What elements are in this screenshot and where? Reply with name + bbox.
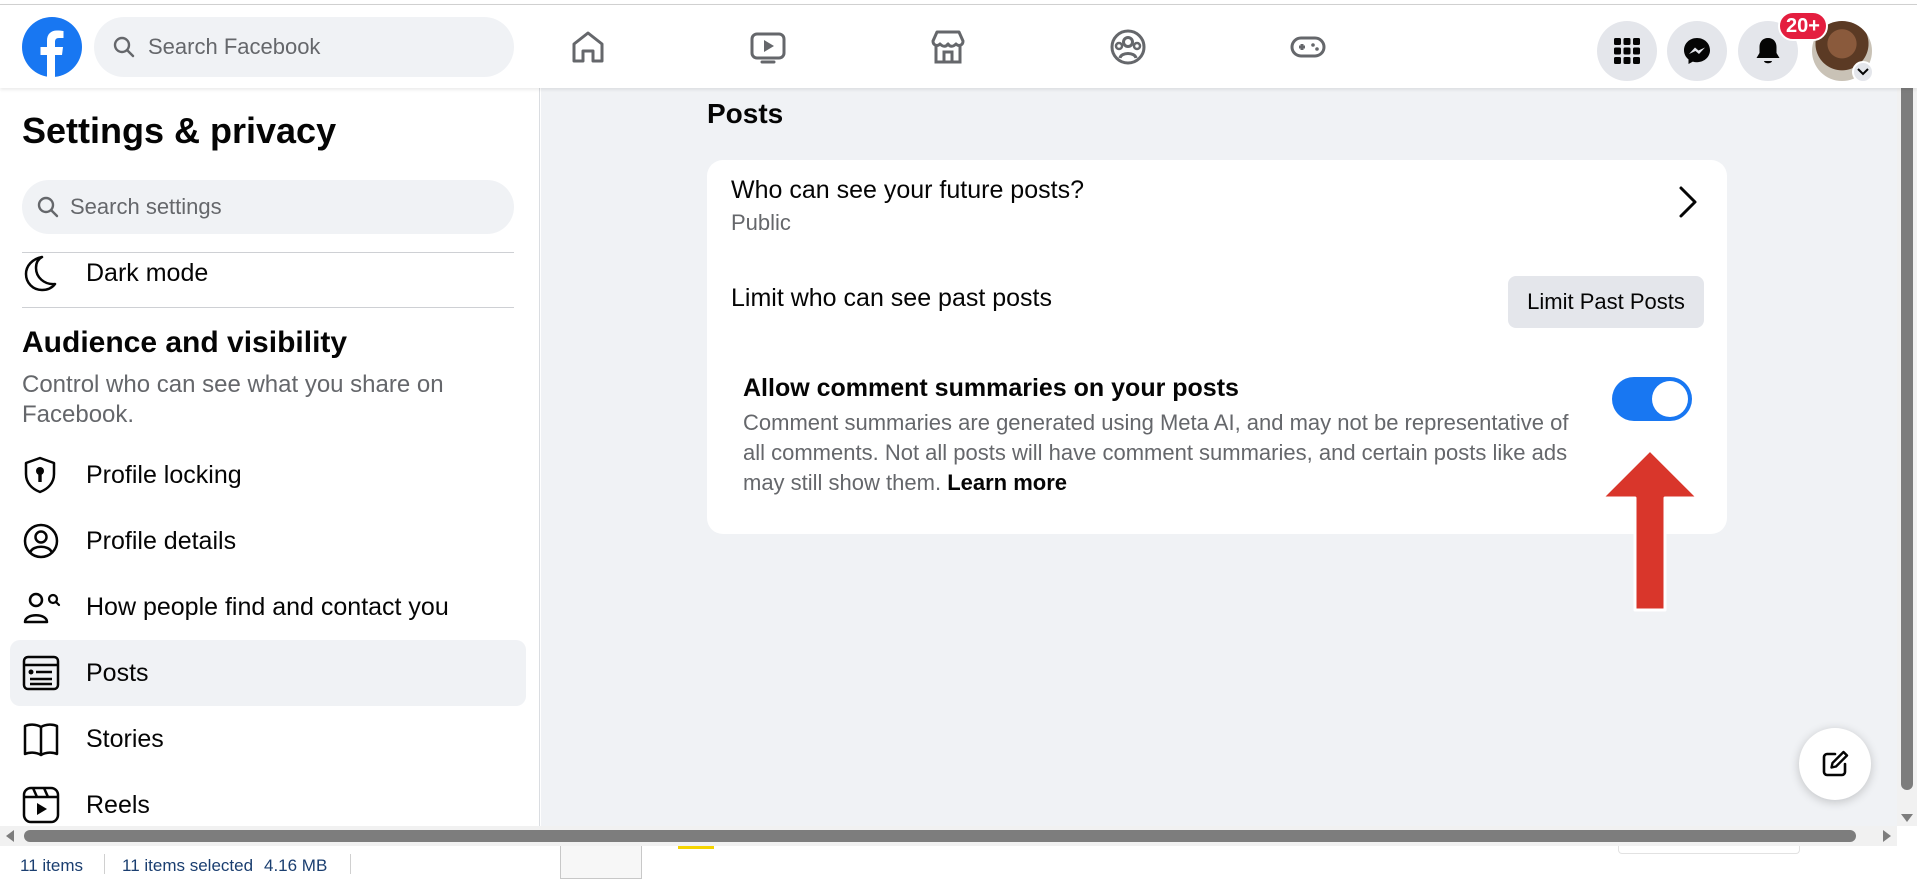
toggle-knob bbox=[1652, 381, 1688, 417]
sidebar-item-posts[interactable]: Posts bbox=[10, 640, 526, 706]
bell-icon bbox=[1756, 38, 1780, 64]
divider bbox=[350, 854, 351, 874]
screen: 20+ Settings & privacy Dark mode Audienc… bbox=[0, 0, 1917, 879]
comment-summaries-description: Comment summaries are generated using Me… bbox=[743, 408, 1593, 498]
facebook-logo-icon[interactable] bbox=[22, 17, 82, 77]
comment-summaries-toggle[interactable] bbox=[1612, 377, 1692, 421]
future-posts-question: Who can see your future posts? bbox=[731, 176, 1084, 204]
limit-past-posts-button[interactable]: Limit Past Posts bbox=[1508, 276, 1704, 328]
moon-icon bbox=[22, 253, 62, 293]
scroll-down-icon[interactable] bbox=[1901, 814, 1913, 822]
search-icon bbox=[37, 196, 59, 218]
chevron-down-icon[interactable] bbox=[1852, 61, 1874, 83]
description-text: Comment summaries are generated using Me… bbox=[743, 410, 1569, 495]
explorer-status-bar: 11 items 11 items selected 4.16 MB bbox=[0, 846, 1917, 879]
sidebar-item-label: Stories bbox=[86, 724, 164, 753]
menu-button[interactable] bbox=[1597, 21, 1657, 81]
sidebar-item-label: Profile locking bbox=[86, 460, 242, 489]
section-title: Audience and visibility bbox=[22, 326, 348, 359]
settings-sidebar: Settings & privacy Dark mode Audience an… bbox=[0, 88, 540, 826]
compose-icon bbox=[1822, 750, 1849, 777]
sidebar-title: Settings & privacy bbox=[22, 110, 337, 151]
notification-count-badge: 20+ bbox=[1778, 11, 1828, 41]
sidebar-item-label: Posts bbox=[86, 658, 149, 687]
compose-button[interactable] bbox=[1799, 728, 1871, 800]
ghost-panel bbox=[1618, 846, 1800, 854]
selected-count: 11 items selected bbox=[122, 856, 254, 875]
menu-grid-icon bbox=[1614, 38, 1640, 64]
section-description: Control who can see what you share on Fa… bbox=[22, 371, 444, 428]
highlight-strip bbox=[678, 846, 714, 849]
search-settings-input[interactable] bbox=[70, 194, 490, 220]
limit-past-posts-label: Limit who can see past posts bbox=[731, 284, 1052, 312]
search-facebook-input[interactable] bbox=[148, 34, 478, 60]
sidebar-item-stories[interactable]: Stories bbox=[10, 706, 526, 772]
comment-summaries-label: Allow comment summaries on your posts bbox=[743, 374, 1239, 402]
find-contact-icon bbox=[22, 587, 62, 627]
divider bbox=[22, 307, 514, 308]
sidebar-item-reels[interactable]: Reels bbox=[10, 772, 526, 826]
learn-more-link[interactable]: Learn more bbox=[947, 470, 1067, 495]
video-icon[interactable] bbox=[744, 23, 792, 71]
book-icon bbox=[22, 719, 62, 759]
posts-settings-card: Who can see your future posts? Public Li… bbox=[707, 160, 1727, 534]
scroll-left-icon[interactable] bbox=[6, 830, 14, 842]
items-count: 11 items bbox=[20, 856, 83, 875]
sidebar-item-label: How people find and contact you bbox=[86, 592, 449, 621]
profile-icon bbox=[22, 521, 62, 561]
sidebar-item-dark-mode[interactable]: Dark mode bbox=[10, 240, 526, 306]
taskbar-tab bbox=[560, 846, 642, 879]
marketplace-icon[interactable] bbox=[924, 23, 972, 71]
top-navigation-bar: 20+ bbox=[0, 4, 1917, 88]
future-posts-row[interactable]: Who can see your future posts? Public bbox=[707, 160, 1727, 260]
gaming-icon[interactable] bbox=[1284, 23, 1332, 71]
selected-size: 4.16 MB bbox=[264, 856, 328, 875]
messenger-icon bbox=[1684, 38, 1710, 64]
sidebar-item-label: Profile details bbox=[86, 526, 237, 555]
sidebar-item-profile-details[interactable]: Profile details bbox=[10, 508, 526, 574]
main-content: Posts Who can see your future posts? Pub… bbox=[541, 88, 1897, 826]
sidebar-item-label: Reels bbox=[86, 790, 150, 819]
annotation-arrow-icon bbox=[1600, 448, 1700, 612]
divider bbox=[104, 854, 105, 874]
page-title: Posts bbox=[707, 98, 784, 129]
sidebar-item-find-contact[interactable]: How people find and contact you bbox=[10, 574, 526, 640]
horizontal-scroll-thumb[interactable] bbox=[24, 830, 1856, 842]
horizontal-scrollbar[interactable] bbox=[0, 826, 1897, 846]
reels-icon bbox=[22, 785, 62, 825]
sidebar-item-profile-locking[interactable]: Profile locking bbox=[10, 442, 526, 508]
profile-lock-icon bbox=[22, 455, 62, 495]
vertical-scroll-thumb[interactable] bbox=[1901, 50, 1913, 790]
posts-icon bbox=[22, 653, 62, 693]
chevron-right-icon bbox=[1679, 186, 1697, 218]
sidebar-item-label: Dark mode bbox=[86, 258, 209, 287]
messenger-button[interactable] bbox=[1667, 21, 1727, 81]
vertical-scrollbar[interactable] bbox=[1897, 10, 1917, 826]
groups-icon[interactable] bbox=[1104, 23, 1152, 71]
home-icon[interactable] bbox=[564, 23, 612, 71]
future-posts-value: Public bbox=[731, 210, 791, 235]
search-icon bbox=[113, 36, 135, 58]
settings-search-box[interactable] bbox=[22, 180, 514, 234]
facebook-search-box[interactable] bbox=[94, 17, 514, 77]
scroll-right-icon[interactable] bbox=[1883, 830, 1891, 842]
